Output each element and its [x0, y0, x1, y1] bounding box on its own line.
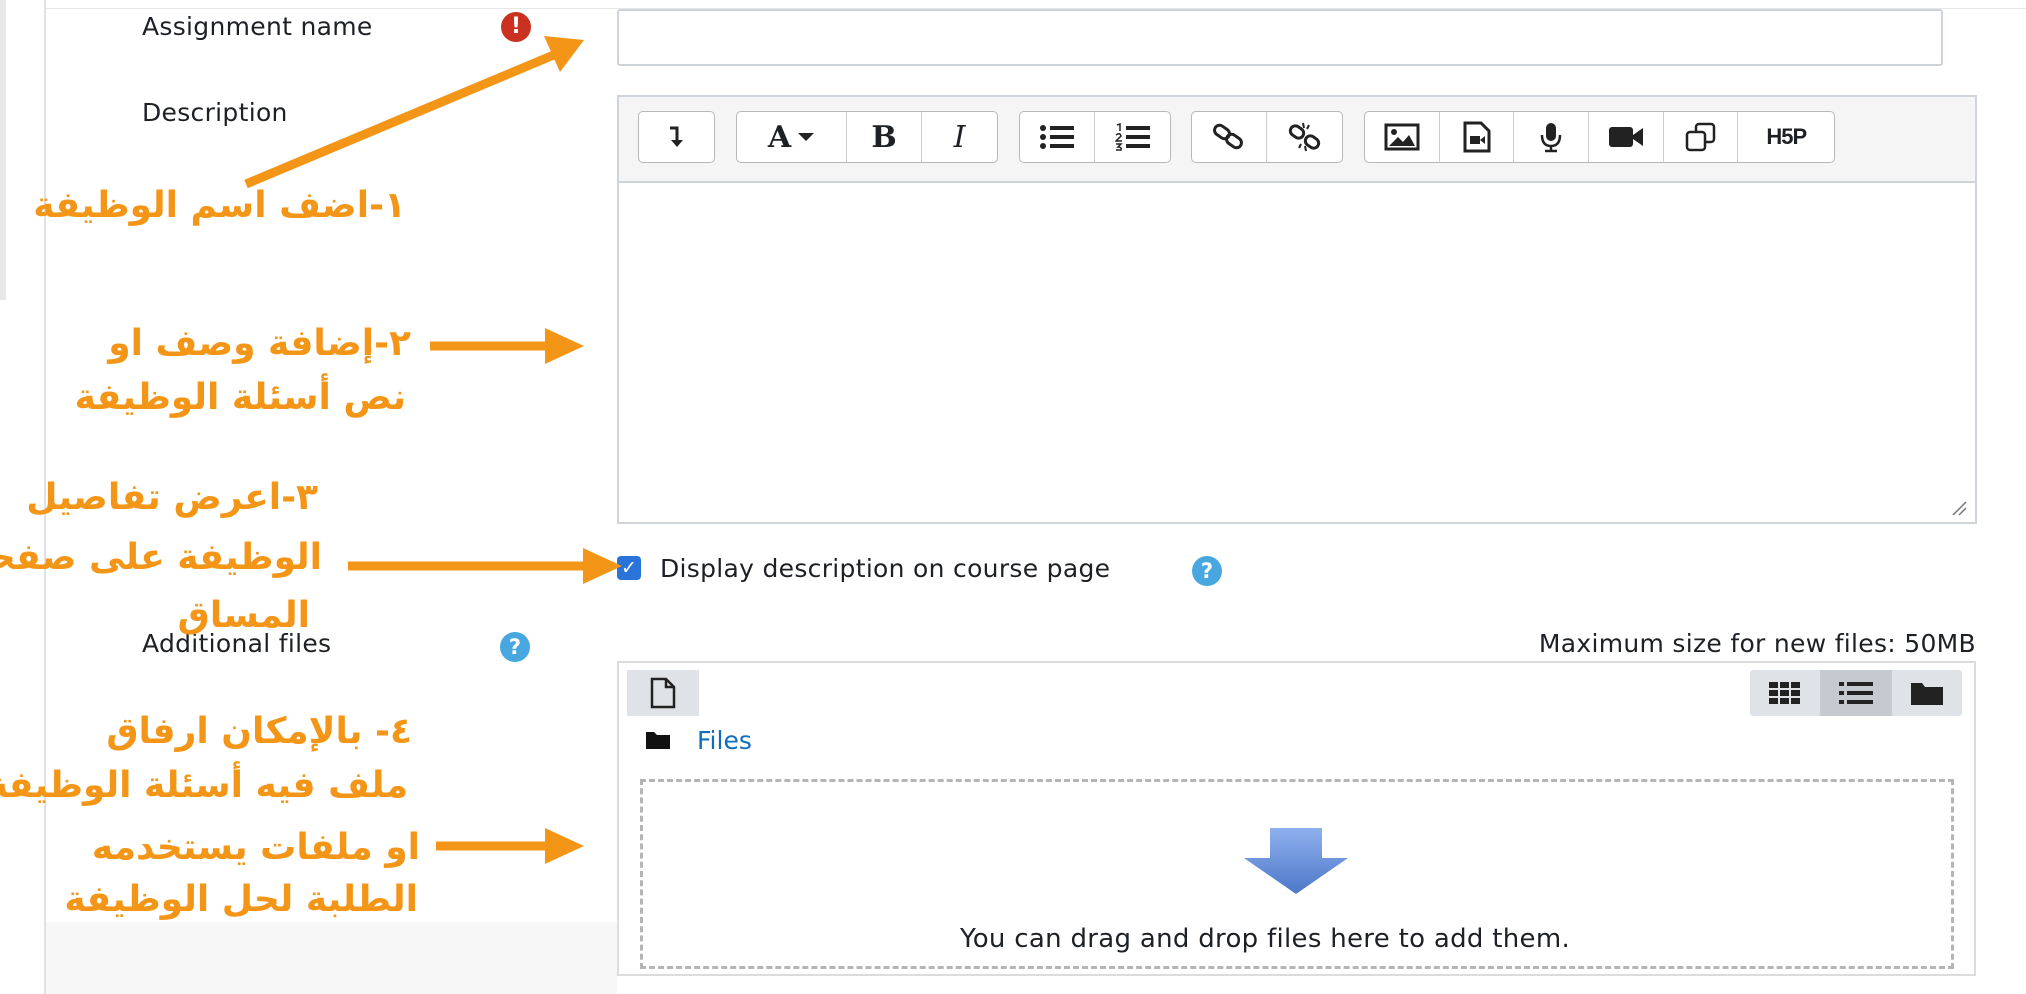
arrow-4-head: [545, 828, 584, 864]
annotation-step-3-line-1: ٣-اعرض تفاصيل: [26, 477, 318, 518]
annotation-step-4-line-1: ٤- بالإمكان ارفاق: [106, 711, 412, 752]
annotation-step-1: ١-اضف اسم الوظيفة: [33, 185, 406, 226]
annotation-step-2-line-1: ٢-إضافة وصف او: [108, 323, 411, 364]
annotation-step-4-line-4: الطلبة لحل الوظيفة: [64, 879, 418, 920]
annotation-step-2-line-2: نص أسئلة الوظيفة: [74, 377, 406, 418]
annotation-step-3-line-2: الوظيفة على صفحة: [0, 537, 322, 578]
arrow-3-head: [583, 548, 622, 584]
annotation-step-4-line-3: او ملفات يستخدمه: [91, 827, 420, 868]
annotation-step-3-line-3: المساق: [177, 595, 310, 636]
annotation-step-4-line-2: ملف فيه أسئلة الوظيفة: [0, 765, 408, 806]
arrow-2-head: [545, 328, 584, 364]
